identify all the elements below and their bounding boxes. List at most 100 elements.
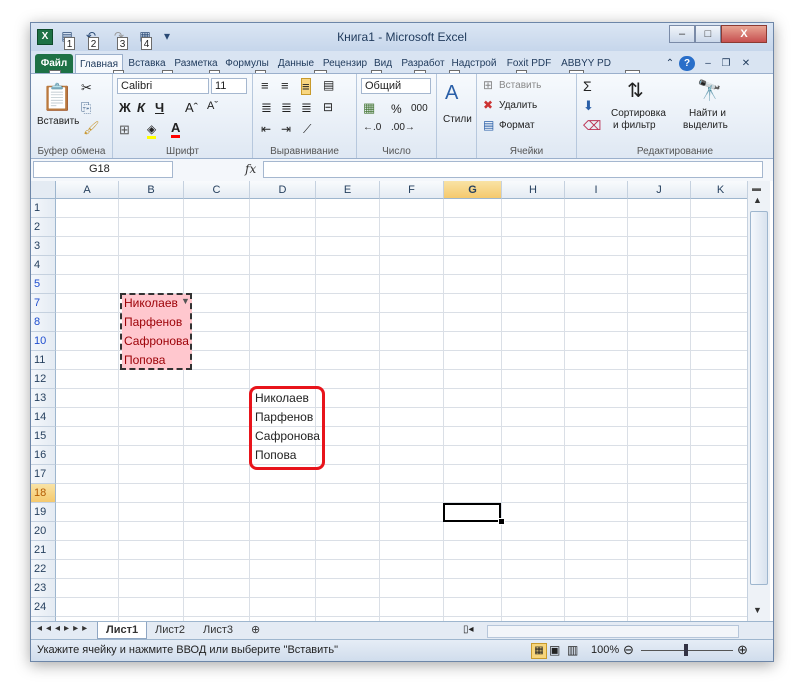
normal-view-icon[interactable]: ▦: [531, 643, 547, 659]
currency-icon[interactable]: ▦: [363, 100, 375, 116]
row-header-8[interactable]: 8: [31, 313, 56, 332]
clear-icon[interactable]: ⌫: [583, 118, 601, 134]
row-header-20[interactable]: 20: [31, 522, 56, 541]
row-header-15[interactable]: 15: [31, 427, 56, 446]
fill-handle[interactable]: [498, 518, 505, 525]
row-header-21[interactable]: 21: [31, 541, 56, 560]
maximize-button[interactable]: □: [695, 25, 721, 43]
percent-button[interactable]: %: [391, 102, 402, 116]
column-header-h[interactable]: H: [502, 181, 565, 199]
tab-view[interactable]: Вид: [371, 54, 395, 73]
font-color-icon[interactable]: A: [171, 120, 181, 138]
ribbon-collapse-icon[interactable]: ⌃: [663, 54, 677, 73]
find-select-button-line2[interactable]: выделить: [683, 120, 728, 131]
name-box[interactable]: G18: [33, 161, 173, 178]
zoom-slider-thumb[interactable]: [684, 644, 688, 656]
fill-color-icon[interactable]: ◈: [147, 122, 157, 139]
column-header-b[interactable]: B: [119, 181, 184, 199]
column-header-d[interactable]: D: [250, 181, 316, 199]
increase-indent-icon[interactable]: ⇥: [281, 122, 291, 136]
sheet-tab-3[interactable]: Лист3: [195, 622, 241, 638]
delete-cells-icon[interactable]: ✖: [483, 98, 493, 112]
sort-filter-button[interactable]: Сортировка: [611, 108, 666, 119]
cut-icon[interactable]: ✂: [81, 80, 92, 96]
format-cells-icon[interactable]: ▤: [483, 118, 494, 132]
align-bottom-icon[interactable]: ≡: [301, 78, 311, 95]
format-cells-button[interactable]: Формат: [499, 120, 535, 131]
row-header-2[interactable]: 2: [31, 218, 56, 237]
zoom-out-icon[interactable]: ⊖: [623, 642, 634, 658]
sheet-tab-1[interactable]: Лист1: [97, 622, 148, 639]
paste-icon[interactable]: 📋: [41, 82, 73, 112]
split-box-icon[interactable]: ▬: [752, 183, 761, 193]
insert-cells-button[interactable]: Вставить: [499, 80, 541, 91]
column-header-j[interactable]: J: [628, 181, 691, 199]
column-header-c[interactable]: C: [184, 181, 250, 199]
row-header-1[interactable]: 1: [31, 199, 56, 218]
row-header-22[interactable]: 22: [31, 560, 56, 579]
row-header-11[interactable]: 11: [31, 351, 56, 370]
scroll-up-icon[interactable]: ▲: [753, 195, 762, 205]
formula-input[interactable]: [263, 161, 763, 178]
find-select-icon[interactable]: 🔭: [697, 78, 722, 103]
column-header-i[interactable]: I: [565, 181, 628, 199]
sort-filter-icon[interactable]: ⇅: [627, 78, 644, 103]
bold-icon[interactable]: Ж: [119, 100, 131, 115]
doc-restore-icon[interactable]: ❐: [719, 54, 733, 73]
orientation-icon[interactable]: ⟋: [303, 122, 311, 137]
column-header-a[interactable]: A: [56, 181, 119, 199]
row-header-14[interactable]: 14: [31, 408, 56, 427]
page-layout-view-icon[interactable]: ▣: [549, 643, 560, 657]
decrease-indent-icon[interactable]: ⇤: [261, 122, 271, 136]
page-break-view-icon[interactable]: ▥: [567, 643, 578, 657]
scroll-down-icon[interactable]: ▼: [753, 605, 762, 615]
tab-data[interactable]: Данные: [273, 54, 319, 73]
column-header-e[interactable]: E: [316, 181, 380, 199]
paste-button[interactable]: Вставить: [37, 116, 79, 127]
align-middle-icon[interactable]: ≡: [281, 78, 289, 93]
sheet-nav-icon[interactable]: ◂◂◂▸▸▸: [37, 623, 91, 634]
doc-close-icon[interactable]: ✕: [739, 54, 753, 73]
delete-cells-button[interactable]: Удалить: [499, 100, 537, 111]
borders-icon[interactable]: ⊞: [119, 122, 130, 138]
increase-decimal-icon[interactable]: ←.0: [363, 122, 381, 133]
font-size-select[interactable]: 11: [211, 78, 247, 94]
align-top-icon[interactable]: ≡: [261, 78, 269, 93]
zoom-level[interactable]: 100%: [591, 644, 619, 656]
styles-button[interactable]: Стили: [443, 114, 472, 125]
merge-cells-icon[interactable]: ⊟: [323, 100, 333, 114]
row-header-23[interactable]: 23: [31, 579, 56, 598]
underline-icon[interactable]: Ч: [155, 100, 164, 115]
tab-addins[interactable]: Надстрой: [449, 54, 499, 73]
align-center-icon[interactable]: ≣: [281, 100, 292, 116]
number-format-select[interactable]: Общий: [361, 78, 431, 94]
horizontal-scrollbar[interactable]: [487, 625, 739, 638]
vertical-scroll-thumb[interactable]: [750, 211, 768, 585]
row-header-7[interactable]: 7: [31, 294, 56, 313]
row-header-10[interactable]: 10: [31, 332, 56, 351]
worksheet-grid[interactable]: Николаев Парфенов Сафронова Попова ▼ Ник…: [31, 181, 773, 621]
filter-dropdown-icon[interactable]: ▼: [181, 296, 191, 307]
decrease-font-icon[interactable]: Aˇ: [207, 100, 218, 112]
tab-split-icon[interactable]: ▯◂: [463, 624, 474, 635]
tab-abbyy-pdf[interactable]: ABBYY PD: [561, 54, 611, 73]
autosum-icon[interactable]: Σ: [583, 78, 592, 94]
increase-font-icon[interactable]: Aˆ: [185, 100, 198, 115]
row-header-4[interactable]: 4: [31, 256, 56, 275]
italic-icon[interactable]: К: [137, 100, 145, 115]
row-header-17[interactable]: 17: [31, 465, 56, 484]
row-header-5[interactable]: 5: [31, 275, 56, 294]
tab-review[interactable]: Рецензир: [321, 54, 369, 73]
insert-function-icon[interactable]: fx: [245, 162, 256, 176]
tab-foxit-pdf[interactable]: Foxit PDF: [503, 54, 555, 73]
row-header-24[interactable]: 24: [31, 598, 56, 617]
row-header-18[interactable]: 18: [31, 484, 56, 503]
tab-developer[interactable]: Разработ: [399, 54, 447, 73]
find-select-button[interactable]: Найти и: [689, 108, 726, 119]
insert-sheet-icon[interactable]: ⊕: [243, 622, 268, 638]
row-header-16[interactable]: 16: [31, 446, 56, 465]
row-header-3[interactable]: 3: [31, 237, 56, 256]
row-header-19[interactable]: 19: [31, 503, 56, 522]
zoom-in-icon[interactable]: ⊕: [737, 642, 748, 658]
font-name-select[interactable]: Calibri: [117, 78, 209, 94]
